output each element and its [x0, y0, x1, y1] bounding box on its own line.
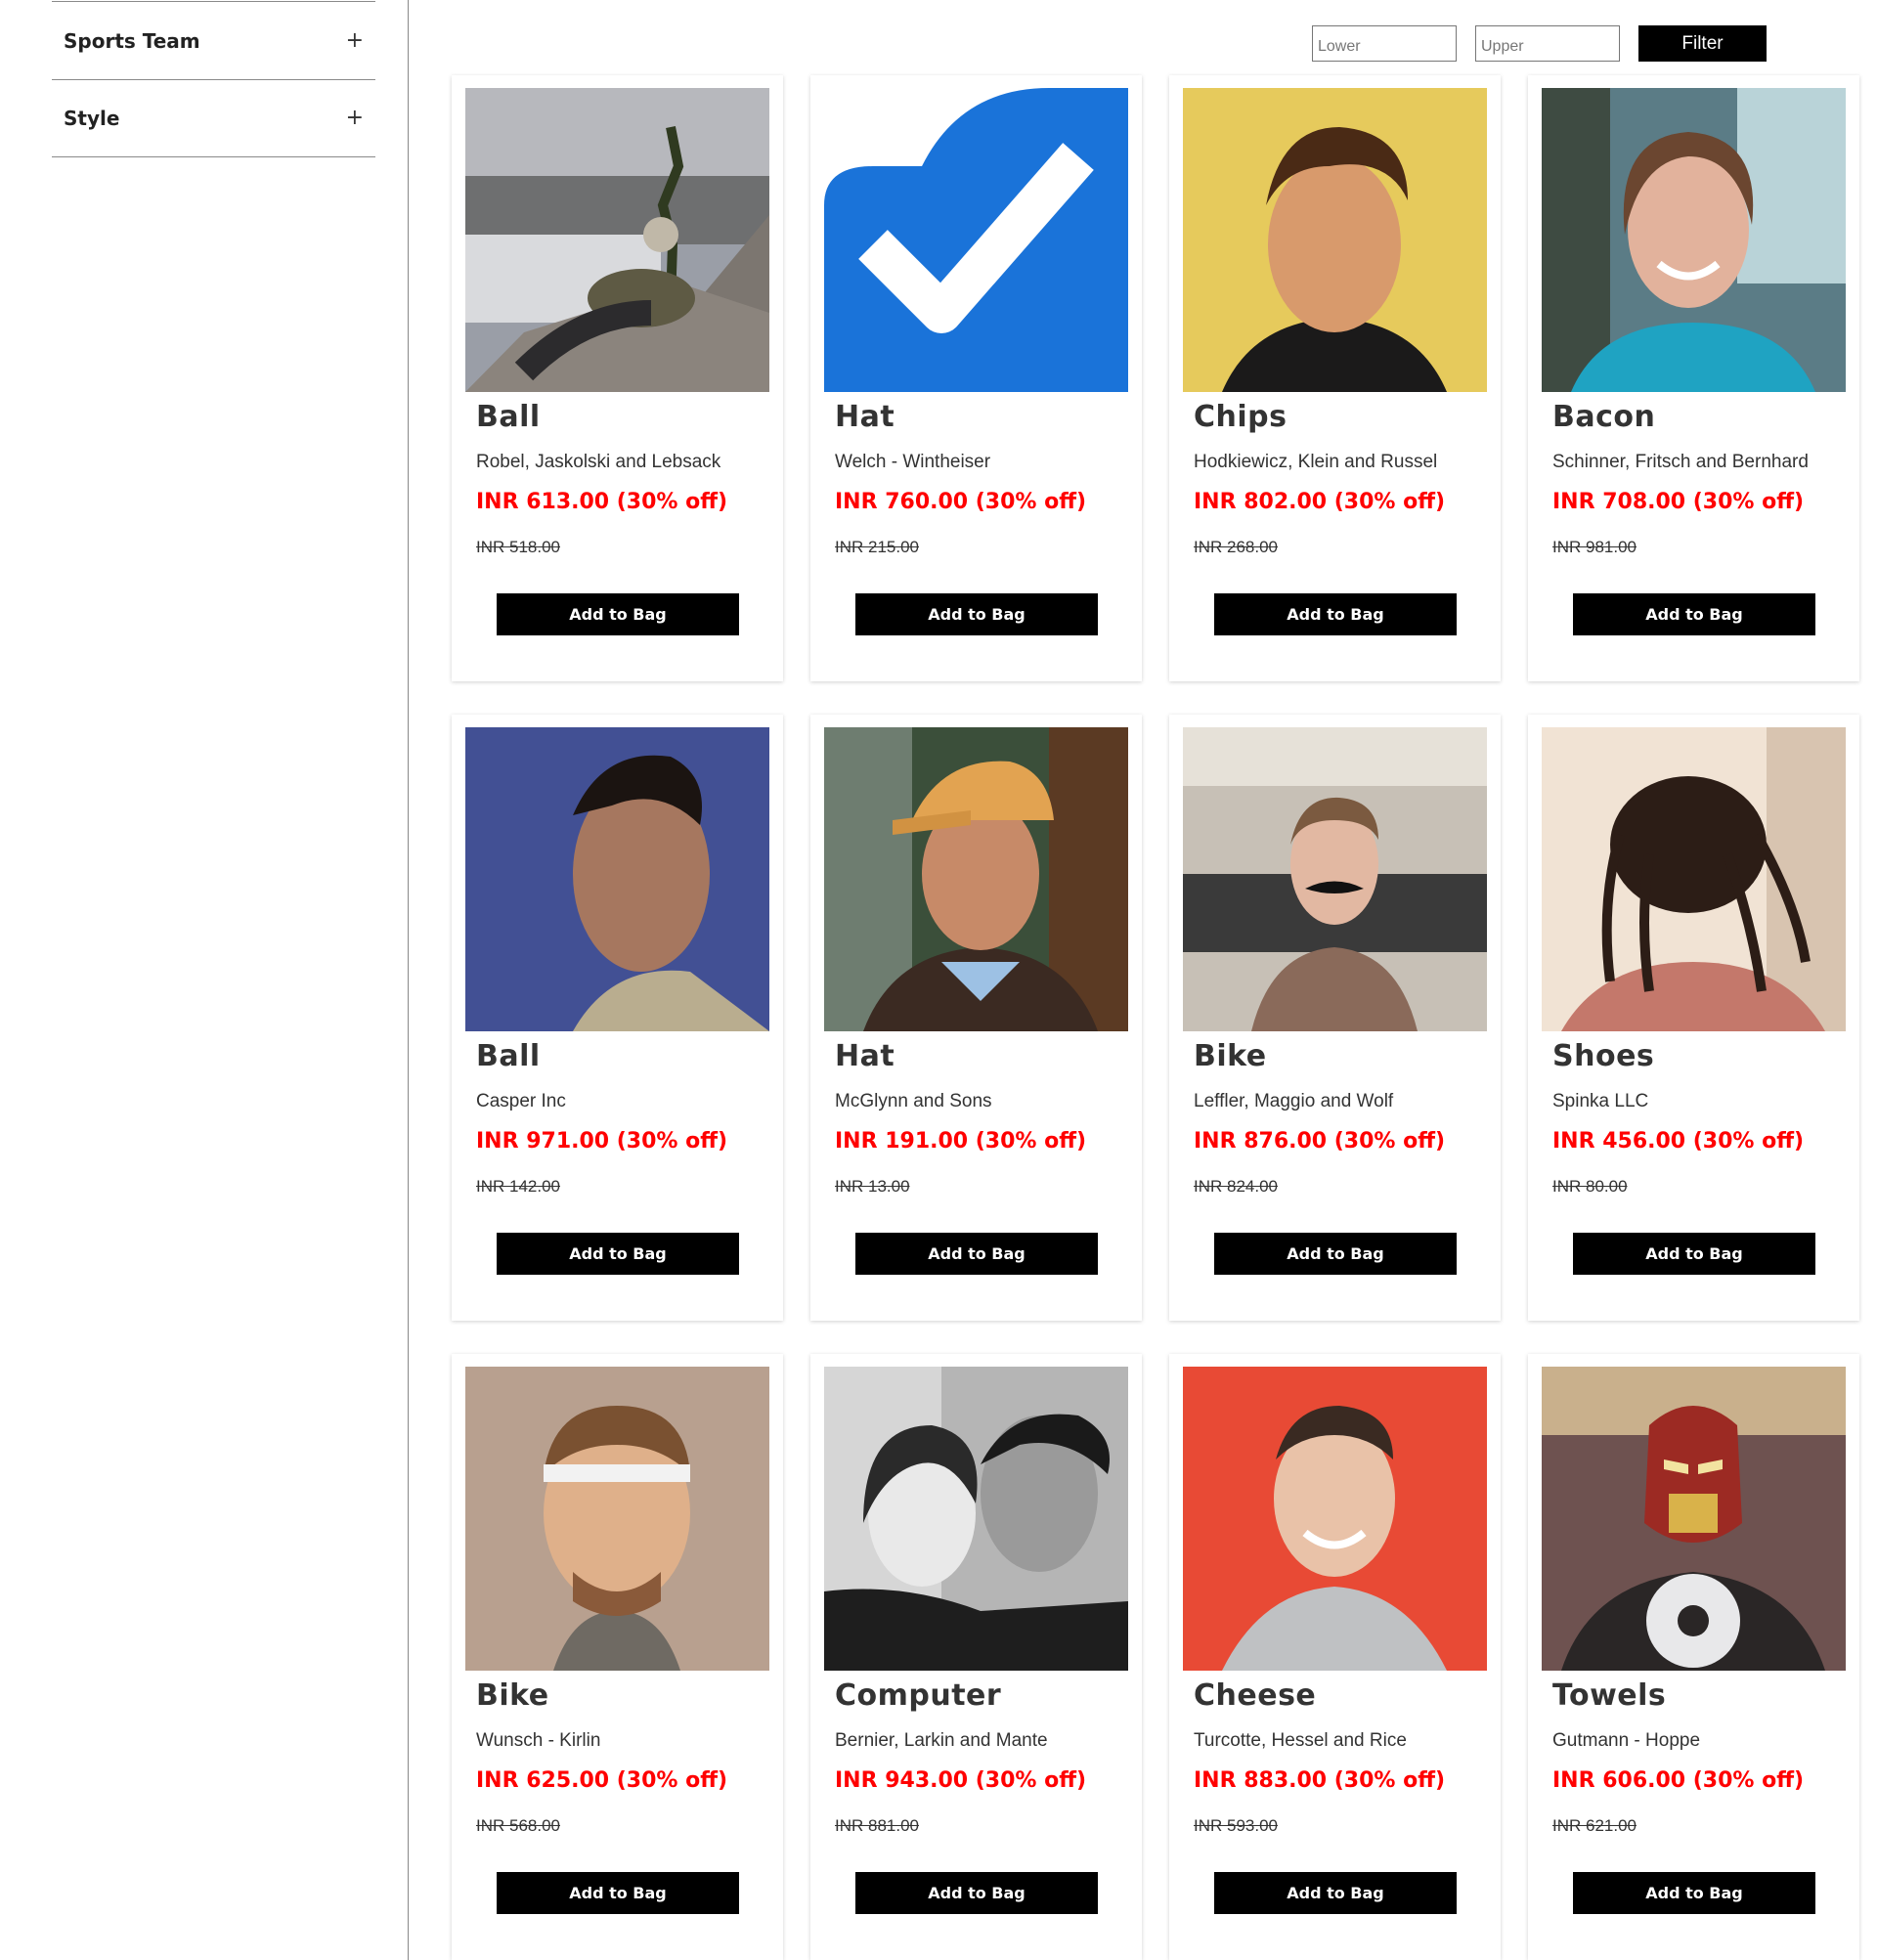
add-to-bag-button[interactable]: Add to Bag: [497, 1233, 739, 1275]
product-name: Chips: [1194, 400, 1288, 434]
product-name: Bike: [476, 1678, 549, 1713]
product-name: Cheese: [1194, 1678, 1317, 1713]
product-image-man-portrait-photo[interactable]: [1183, 88, 1487, 392]
product-card: Hat McGlynn and Sons INR 191.00 (30% off…: [810, 715, 1142, 1321]
add-to-bag-button[interactable]: Add to Bag: [497, 1872, 739, 1914]
product-name: Bacon: [1552, 400, 1656, 434]
add-to-bag-button[interactable]: Add to Bag: [1573, 593, 1815, 635]
add-to-bag-button[interactable]: Add to Bag: [1573, 1872, 1815, 1914]
product-brand: Wunsch - Kirlin: [476, 1730, 601, 1751]
product-price: INR 971.00 (30% off): [476, 1129, 728, 1154]
product-name: Hat: [835, 1039, 895, 1073]
product-image-man-orange-cap-photo[interactable]: [824, 727, 1128, 1031]
product-brand: Turcotte, Hessel and Rice: [1194, 1730, 1407, 1751]
product-name: Bike: [1194, 1039, 1267, 1073]
product-brand: Bernier, Larkin and Mante: [835, 1730, 1048, 1751]
product-name: Ball: [476, 400, 541, 434]
product-card: Shoes Spinka LLC INR 456.00 (30% off) IN…: [1528, 715, 1859, 1321]
upper-price-input[interactable]: [1475, 25, 1620, 62]
add-to-bag-button[interactable]: Add to Bag: [1214, 1872, 1457, 1914]
product-old-price: INR 981.00: [1552, 538, 1637, 556]
product-image-man-mustache-office-photo[interactable]: [1183, 727, 1487, 1031]
product-price: INR 613.00 (30% off): [476, 490, 728, 514]
product-card: Bike Wunsch - Kirlin INR 625.00 (30% off…: [452, 1354, 783, 1960]
product-image-bobblehead-photo[interactable]: [465, 1367, 769, 1671]
product-brand: Schinner, Fritsch and Bernhard: [1552, 452, 1809, 472]
product-old-price: INR 621.00: [1552, 1816, 1637, 1835]
product-card: Ball Casper Inc INR 971.00 (30% off) INR…: [452, 715, 783, 1321]
product-old-price: INR 215.00: [835, 538, 919, 556]
product-card: Towels Gutmann - Hoppe INR 606.00 (30% o…: [1528, 1354, 1859, 1960]
product-old-price: INR 824.00: [1194, 1177, 1278, 1196]
product-price: INR 883.00 (30% off): [1194, 1768, 1446, 1793]
product-old-price: INR 568.00: [476, 1816, 560, 1835]
product-card: Bacon Schinner, Fritsch and Bernhard INR…: [1528, 75, 1859, 681]
plus-icon[interactable]: +: [346, 30, 375, 52]
product-brand: Spinka LLC: [1552, 1091, 1649, 1111]
product-brand: Welch - Wintheiser: [835, 452, 991, 472]
product-old-price: INR 80.00: [1552, 1177, 1628, 1196]
product-card: Bike Leffler, Maggio and Wolf INR 876.00…: [1169, 715, 1501, 1321]
product-old-price: INR 13.00: [835, 1177, 910, 1196]
product-name: Shoes: [1552, 1039, 1655, 1073]
product-card: Cheese Turcotte, Hessel and Rice INR 883…: [1169, 1354, 1501, 1960]
add-to-bag-button[interactable]: Add to Bag: [1214, 593, 1457, 635]
product-card: Computer Bernier, Larkin and Mante INR 9…: [810, 1354, 1142, 1960]
product-name: Towels: [1552, 1678, 1667, 1713]
product-image-dreadlocks-photo[interactable]: [1542, 727, 1846, 1031]
price-filter: Filter: [1312, 25, 1767, 62]
product-name: Ball: [476, 1039, 541, 1073]
add-to-bag-button[interactable]: Add to Bag: [1573, 1233, 1815, 1275]
product-price: INR 760.00 (30% off): [835, 490, 1087, 514]
product-price: INR 943.00 (30% off): [835, 1768, 1087, 1793]
product-brand: Gutmann - Hoppe: [1552, 1730, 1701, 1751]
product-old-price: INR 518.00: [476, 538, 560, 556]
filter-style-label: Style: [64, 107, 120, 130]
product-brand: Casper Inc: [476, 1091, 566, 1111]
filter-sidebar: Sports Team + Style +: [0, 0, 409, 1960]
add-to-bag-button[interactable]: Add to Bag: [497, 593, 739, 635]
product-name: Computer: [835, 1678, 1002, 1713]
product-price: INR 708.00 (30% off): [1552, 490, 1805, 514]
add-to-bag-button[interactable]: Add to Bag: [855, 1233, 1098, 1275]
add-to-bag-button[interactable]: Add to Bag: [855, 1872, 1098, 1914]
product-price: INR 606.00 (30% off): [1552, 1768, 1805, 1793]
product-image-blue-cloud-checkmark-logo[interactable]: [824, 88, 1128, 392]
product-card: Hat Welch - Wintheiser INR 760.00 (30% o…: [810, 75, 1142, 681]
product-brand: Leffler, Maggio and Wolf: [1194, 1091, 1394, 1111]
product-old-price: INR 268.00: [1194, 538, 1278, 556]
product-image-couple-bw-photo[interactable]: [824, 1367, 1128, 1671]
product-card: Chips Hodkiewicz, Klein and Russel INR 8…: [1169, 75, 1501, 681]
add-to-bag-button[interactable]: Add to Bag: [1214, 1233, 1457, 1275]
product-brand: Robel, Jaskolski and Lebsack: [476, 452, 721, 472]
product-name: Hat: [835, 400, 895, 434]
product-image-woman-smiling-photo[interactable]: [1542, 88, 1846, 392]
add-to-bag-button[interactable]: Add to Bag: [855, 593, 1098, 635]
product-old-price: INR 881.00: [835, 1816, 919, 1835]
product-old-price: INR 142.00: [476, 1177, 560, 1196]
product-image-iron-man-mask-photo[interactable]: [1542, 1367, 1846, 1671]
filter-sports-team-label: Sports Team: [64, 29, 200, 53]
filter-sports-team[interactable]: Sports Team +: [52, 1, 375, 80]
product-image-person-on-rocks-photo[interactable]: [465, 88, 769, 392]
product-card: Ball Robel, Jaskolski and Lebsack INR 61…: [452, 75, 783, 681]
product-price: INR 625.00 (30% off): [476, 1768, 728, 1793]
product-image-man-profile-blue-photo[interactable]: [465, 727, 769, 1031]
product-price: INR 876.00 (30% off): [1194, 1129, 1446, 1154]
product-price: INR 802.00 (30% off): [1194, 490, 1446, 514]
product-price: INR 456.00 (30% off): [1552, 1129, 1805, 1154]
lower-price-input[interactable]: [1312, 25, 1457, 62]
filter-style[interactable]: Style +: [52, 79, 375, 157]
plus-icon[interactable]: +: [346, 108, 375, 129]
product-brand: Hodkiewicz, Klein and Russel: [1194, 452, 1438, 472]
product-brand: McGlynn and Sons: [835, 1091, 992, 1111]
filter-button[interactable]: Filter: [1638, 25, 1767, 62]
product-price: INR 191.00 (30% off): [835, 1129, 1087, 1154]
product-old-price: INR 593.00: [1194, 1816, 1278, 1835]
product-image-man-red-background-photo[interactable]: [1183, 1367, 1487, 1671]
